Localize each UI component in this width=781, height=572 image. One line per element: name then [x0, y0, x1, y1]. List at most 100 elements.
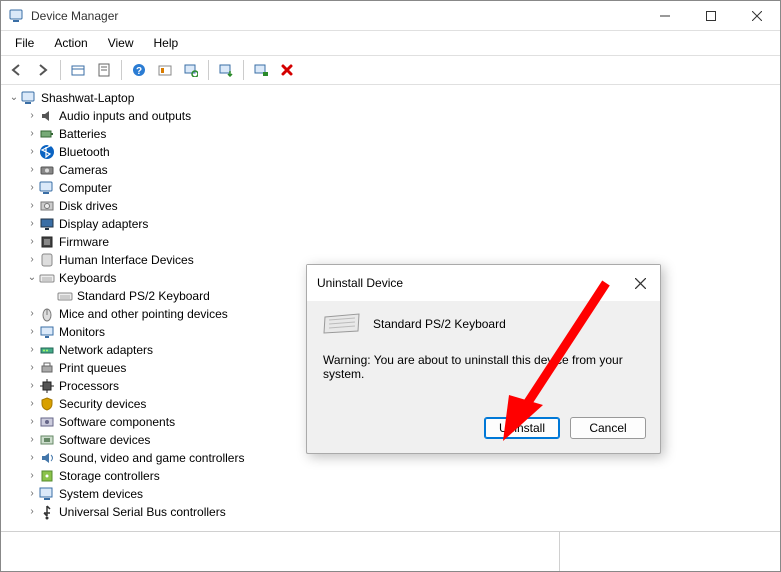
chevron-right-icon[interactable]: › [25, 161, 39, 179]
tree-item-label: Sound, video and game controllers [59, 449, 244, 467]
uninstall-dialog: Uninstall Device Standard PS/2 Keyboard … [306, 264, 661, 454]
chevron-right-icon[interactable]: › [25, 233, 39, 251]
keyboard-icon [323, 313, 361, 335]
chevron-right-icon[interactable]: › [25, 431, 39, 449]
menu-help[interactable]: Help [146, 33, 187, 53]
scan-hardware-icon[interactable] [179, 59, 203, 81]
battery-icon [39, 126, 55, 142]
tree-item[interactable]: ›System devices [1, 485, 780, 503]
cpu-icon [39, 378, 55, 394]
chevron-right-icon[interactable]: › [25, 125, 39, 143]
tree-item-label: Mice and other pointing devices [59, 305, 228, 323]
software-dev-icon [39, 432, 55, 448]
tree-item-label: Universal Serial Bus controllers [59, 503, 226, 521]
chevron-right-icon[interactable]: › [25, 485, 39, 503]
chevron-right-icon[interactable]: › [25, 449, 39, 467]
tree-item-label: Shashwat-Laptop [41, 89, 134, 107]
hid-icon [39, 252, 55, 268]
dialog-device-name: Standard PS/2 Keyboard [373, 317, 506, 331]
tree-item[interactable]: › Bluetooth [1, 143, 780, 161]
storage-icon [39, 468, 55, 484]
window-controls [642, 1, 780, 31]
svg-text:?: ? [136, 66, 142, 77]
minimize-button[interactable] [642, 1, 688, 31]
tree-item-label: Security devices [59, 395, 146, 413]
dialog-warning-text: Warning: You are about to uninstall this… [323, 353, 644, 381]
chevron-right-icon[interactable]: › [25, 215, 39, 233]
chevron-right-icon[interactable]: › [25, 341, 39, 359]
properties-icon[interactable] [92, 59, 116, 81]
chevron-right-icon[interactable]: › [25, 377, 39, 395]
tree-item-label: Disk drives [59, 197, 118, 215]
tree-item-label: Batteries [59, 125, 106, 143]
tree-item-label: Storage controllers [59, 467, 160, 485]
firmware-icon [39, 234, 55, 250]
tree-item[interactable]: ›Firmware [1, 233, 780, 251]
tree-item[interactable]: › Batteries [1, 125, 780, 143]
tree-item-label: Display adapters [59, 215, 148, 233]
back-icon[interactable] [5, 59, 29, 81]
software-comp-icon [39, 414, 55, 430]
tree-item-label: Keyboards [59, 269, 116, 287]
cancel-button[interactable]: Cancel [570, 417, 646, 439]
update-driver-icon[interactable] [214, 59, 238, 81]
action-icon[interactable] [153, 59, 177, 81]
menu-file[interactable]: File [7, 33, 42, 53]
monitor-icon [39, 324, 55, 340]
tree-item[interactable]: ›Computer [1, 179, 780, 197]
computer-icon [39, 180, 55, 196]
tree-item[interactable]: › Display adapters [1, 215, 780, 233]
system-icon [39, 486, 55, 502]
tree-item-label: Monitors [59, 323, 105, 341]
tree-item-label: Processors [59, 377, 119, 395]
tree-item-label: Human Interface Devices [59, 251, 194, 269]
chevron-right-icon[interactable]: › [25, 179, 39, 197]
tree-item[interactable]: ›Cameras [1, 161, 780, 179]
uninstall-driver-icon[interactable] [249, 59, 273, 81]
chevron-down-icon[interactable]: ⌄ [25, 269, 39, 287]
chevron-right-icon[interactable]: › [25, 395, 39, 413]
help-icon[interactable]: ? [127, 59, 151, 81]
chevron-right-icon[interactable]: › [25, 197, 39, 215]
dialog-close-icon[interactable] [630, 273, 650, 293]
menubar: File Action View Help [1, 31, 780, 56]
menu-view[interactable]: View [100, 33, 142, 53]
chevron-right-icon[interactable]: › [25, 143, 39, 161]
menu-action[interactable]: Action [46, 33, 95, 53]
tree-item-label: Network adapters [59, 341, 153, 359]
forward-icon[interactable] [31, 59, 55, 81]
disk-icon [39, 198, 55, 214]
tree-item-label: Bluetooth [59, 143, 110, 161]
computer-icon [21, 90, 37, 106]
usb-icon [39, 504, 55, 520]
close-button[interactable] [734, 1, 780, 31]
tree-item-label: Software devices [59, 431, 150, 449]
tree-item[interactable]: ›Audio inputs and outputs [1, 107, 780, 125]
chevron-right-icon[interactable]: › [25, 413, 39, 431]
toolbar: ? [1, 56, 780, 85]
bluetooth-icon [39, 144, 55, 160]
content-area: ⌄ Shashwat-Laptop›Audio inputs and output… [1, 85, 780, 532]
chevron-right-icon[interactable]: › [25, 467, 39, 485]
chevron-right-icon[interactable]: › [25, 323, 39, 341]
disable-device-icon[interactable] [275, 59, 299, 81]
tree-item[interactable]: › Universal Serial Bus controllers [1, 503, 780, 521]
tree-item[interactable]: ⌄ Shashwat-Laptop [1, 89, 780, 107]
uninstall-button[interactable]: Uninstall [484, 417, 560, 439]
titlebar: Device Manager [1, 1, 780, 31]
maximize-button[interactable] [688, 1, 734, 31]
tree-item[interactable]: › Disk drives [1, 197, 780, 215]
sound-icon [39, 450, 55, 466]
chevron-right-icon[interactable]: › [25, 251, 39, 269]
chevron-right-icon[interactable]: › [25, 359, 39, 377]
chevron-down-icon[interactable]: ⌄ [7, 89, 21, 107]
chevron-right-icon[interactable]: › [25, 503, 39, 521]
show-hidden-icon[interactable] [66, 59, 90, 81]
tree-item[interactable]: › Storage controllers [1, 467, 780, 485]
chevron-right-icon[interactable]: › [25, 305, 39, 323]
security-icon [39, 396, 55, 412]
mouse-icon [39, 306, 55, 322]
dialog-titlebar: Uninstall Device [307, 265, 660, 301]
chevron-right-icon[interactable]: › [25, 107, 39, 125]
tree-item-label: Software components [59, 413, 175, 431]
